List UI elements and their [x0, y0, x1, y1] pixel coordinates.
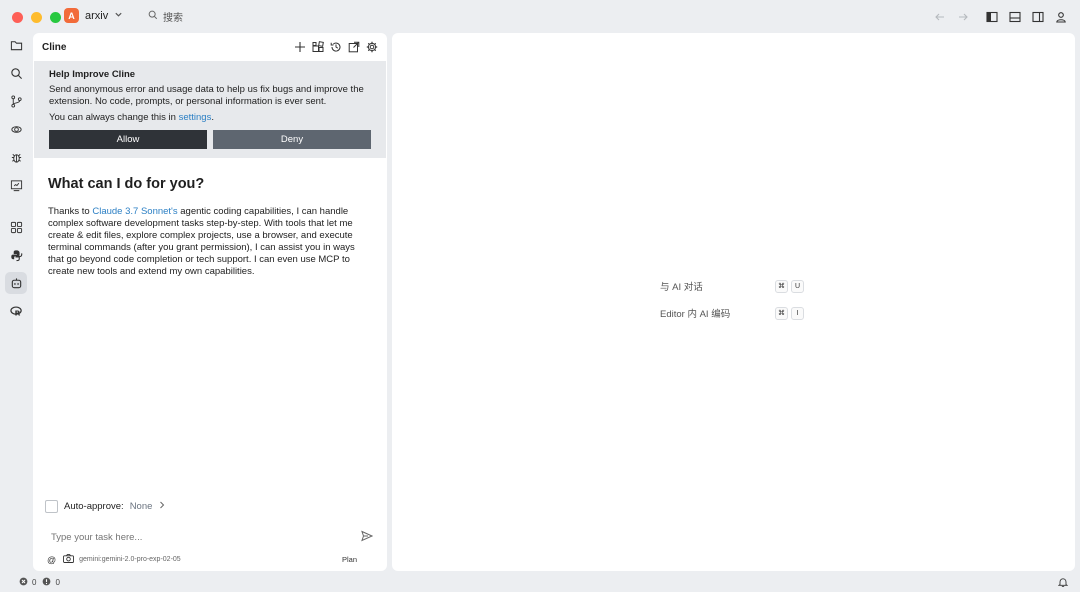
r-icon[interactable]: R	[5, 300, 27, 322]
help-buttons: Allow Deny	[49, 130, 371, 149]
window-controls	[12, 12, 61, 23]
task-toolbar: @ gemini:gemini-2.0-pro-exp-02-05 Plan	[47, 554, 357, 565]
error-icon	[19, 577, 28, 588]
close-window-button[interactable]	[12, 12, 23, 23]
warning-count: 0	[55, 578, 60, 587]
model-link[interactable]: Claude 3.7 Sonnet's	[92, 206, 177, 217]
status-bar: 0 0	[0, 573, 1080, 592]
deny-button[interactable]: Deny	[213, 130, 371, 149]
send-icon[interactable]	[361, 530, 374, 545]
project-badge: A	[64, 8, 79, 23]
help-settings-note: You can always change this in settings.	[49, 112, 371, 123]
model-selector[interactable]: gemini:gemini-2.0-pro-exp-02-05	[79, 556, 181, 563]
minimize-window-button[interactable]	[31, 12, 42, 23]
cline-icon[interactable]	[5, 272, 27, 294]
plan-mode-toggle[interactable]: Plan	[342, 555, 357, 564]
new-task-icon[interactable]	[293, 40, 307, 54]
notifications-bell-icon[interactable]	[1057, 577, 1069, 589]
project-switcher[interactable]: A arxiv	[64, 8, 123, 23]
toggle-sidebar-icon[interactable]	[984, 9, 999, 24]
cline-panel-header: Cline	[33, 33, 387, 61]
shortcut-ai-chat: 与 AI 对话 ⌘ U	[660, 279, 810, 293]
title-bar-actions	[932, 9, 1068, 24]
preview-icon[interactable]	[5, 174, 27, 196]
task-input[interactable]	[51, 531, 341, 543]
help-text: Send anonymous error and usage data to h…	[49, 84, 364, 107]
svg-text:R: R	[14, 308, 20, 317]
help-settings-suffix: .	[211, 112, 214, 123]
search-icon[interactable]	[5, 62, 27, 84]
shortcut-label: 与 AI 对话	[660, 282, 703, 293]
auto-approve-row[interactable]: Auto-approve: None	[45, 500, 166, 513]
cline-panel: Cline Help Improve Cline Send anonymous …	[33, 33, 387, 571]
forward-arrow-icon[interactable]	[955, 9, 970, 24]
help-settings-prefix: You can always change this in	[49, 112, 179, 123]
welcome-text: Thanks to Claude 3.7 Sonnet's agentic co…	[48, 206, 372, 278]
title-bar: A arxiv 搜索	[0, 0, 1080, 33]
project-name: arxiv	[85, 9, 109, 22]
maximize-window-button[interactable]	[50, 12, 61, 23]
chevron-right-icon	[158, 501, 166, 512]
task-input-row	[51, 530, 374, 545]
auto-approve-label: Auto-approve:	[64, 501, 124, 512]
history-icon[interactable]	[329, 40, 343, 54]
shortcut-key: ⌘	[775, 279, 788, 293]
chevron-down-icon	[114, 10, 123, 22]
source-control-icon[interactable]	[5, 90, 27, 112]
shortcut-key: ⌘	[775, 306, 788, 320]
camera-icon[interactable]	[63, 554, 75, 565]
toggle-secondary-sidebar-icon[interactable]	[1030, 9, 1045, 24]
settings-link[interactable]: settings	[179, 112, 212, 123]
shortcut-editor-ai: Editor 内 AI 编码 ⌘ I	[660, 306, 810, 320]
popout-icon[interactable]	[347, 40, 361, 54]
auto-approve-value: None	[129, 501, 153, 512]
debug-icon[interactable]	[5, 146, 27, 168]
remote-icon[interactable]	[5, 118, 27, 140]
shortcut-label: Editor 内 AI 编码	[660, 309, 731, 320]
help-title: Help Improve Cline	[49, 69, 136, 80]
shortcut-key: U	[791, 279, 804, 293]
welcome-text-prefix: Thanks to	[48, 206, 93, 217]
extensions-icon[interactable]	[5, 216, 27, 238]
panel-title: Cline	[42, 41, 67, 53]
panel-actions	[293, 40, 379, 54]
search-placeholder: 搜索	[163, 13, 183, 24]
search-icon	[148, 10, 158, 23]
editor-area: 与 AI 对话 ⌘ U Editor 内 AI 编码 ⌘ I	[392, 33, 1075, 571]
python-icon[interactable]	[5, 244, 27, 266]
error-count: 0	[32, 578, 37, 587]
shortcut-keys: ⌘ U	[775, 279, 804, 293]
account-icon[interactable]	[1053, 9, 1068, 24]
folder-icon[interactable]	[5, 34, 27, 56]
shortcut-key: I	[791, 306, 804, 320]
mention-icon[interactable]: @	[47, 555, 56, 565]
auto-approve-checkbox[interactable]	[45, 500, 58, 513]
allow-button[interactable]: Allow	[49, 130, 207, 149]
warning-icon	[42, 577, 51, 588]
shortcut-keys: ⌘ I	[775, 306, 804, 320]
mcp-servers-icon[interactable]	[311, 40, 325, 54]
welcome-heading: What can I do for you?	[48, 176, 205, 192]
help-improve-banner: Help Improve Cline Send anonymous error …	[34, 61, 386, 158]
toggle-panel-icon[interactable]	[1007, 9, 1022, 24]
welcome-section: What can I do for you? Thanks to Claude …	[33, 176, 387, 278]
back-arrow-icon[interactable]	[932, 9, 947, 24]
search-box[interactable]: 搜索	[148, 9, 183, 24]
problems-indicator[interactable]: 0 0	[19, 577, 60, 588]
settings-gear-icon[interactable]	[365, 40, 379, 54]
activity-bar: R	[0, 33, 32, 573]
